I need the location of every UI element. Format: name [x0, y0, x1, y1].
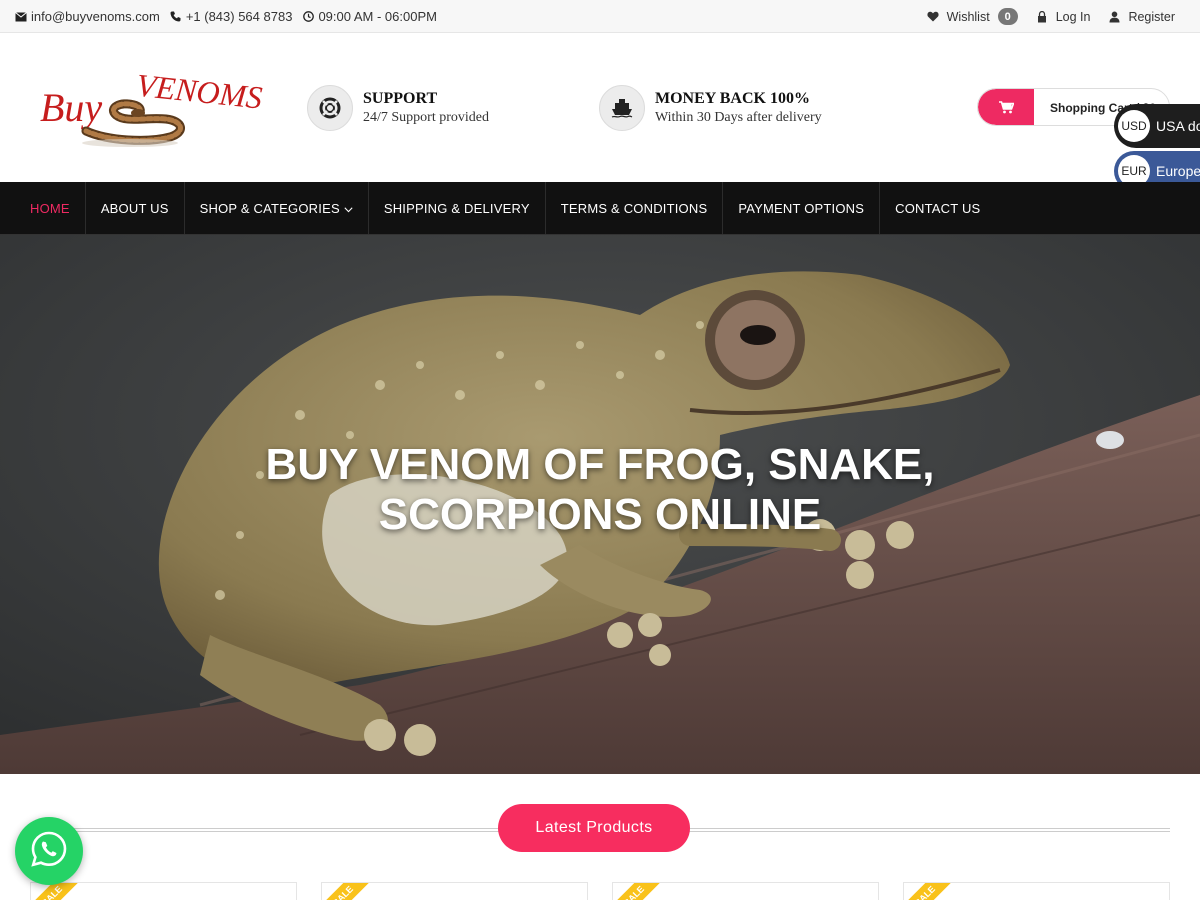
wishlist-count-badge: 0 [997, 8, 1018, 25]
main-navigation: HOME ABOUT US SHOP & CATEGORIES SHIPPING… [0, 182, 1200, 235]
nav-home[interactable]: HOME [15, 182, 86, 234]
support-subtitle: 24/7 Support provided [363, 110, 489, 125]
sale-ribbon: SALE [613, 883, 666, 900]
nav-shipping-delivery[interactable]: SHIPPING & DELIVERY [369, 182, 546, 234]
nav-contact-us[interactable]: CONTACT US [880, 182, 995, 234]
nav-payment-options[interactable]: PAYMENT OPTIONS [723, 182, 881, 234]
nav-terms-conditions[interactable]: TERMS & CONDITIONS [546, 182, 724, 234]
wishlist-link[interactable]: Wishlist 0 [927, 8, 1018, 25]
product-card[interactable]: SALE [903, 882, 1170, 900]
hero-heading: BUY VENOM OF FROG, SNAKE, SCORPIONS ONLI… [200, 440, 1000, 540]
top-bar: info@buyvenoms.com +1 (843) 564 8783 09:… [0, 0, 1200, 33]
ship-icon [599, 85, 645, 131]
currency-label: Europe [1156, 163, 1200, 179]
sale-ribbon: SALE [322, 883, 375, 900]
site-logo[interactable]: Buy VENOMS [38, 67, 293, 151]
email-text: info@buyvenoms.com [31, 9, 160, 24]
contact-info: info@buyvenoms.com +1 (843) 564 8783 09:… [15, 9, 437, 24]
cart-icon [978, 89, 1034, 125]
email-item[interactable]: info@buyvenoms.com [15, 9, 160, 24]
support-feature: SUPPORT 24/7 Support provided [307, 85, 489, 131]
currency-usd[interactable]: USD USA dollar [1114, 104, 1200, 148]
hero-heading-line-1: BUY VENOM OF FROG, SNAKE, [265, 440, 935, 489]
lock-icon [1036, 10, 1048, 23]
register-link[interactable]: Register [1108, 10, 1175, 24]
sale-ribbon: SALE [904, 883, 957, 900]
support-title: SUPPORT [363, 90, 438, 107]
lifebuoy-icon [307, 85, 353, 131]
hero-heading-line-2: SCORPIONS ONLINE [378, 490, 822, 539]
site-header: Buy VENOMS SUPPORT 24/7 Support provided… [0, 33, 1200, 191]
latest-products-title: Latest Products [498, 804, 690, 852]
svg-text:Buy: Buy [40, 85, 102, 130]
product-card[interactable]: SALE [612, 882, 879, 900]
nav-about-us[interactable]: ABOUT US [86, 182, 185, 234]
envelope-icon [15, 11, 27, 23]
product-card[interactable]: SALE [321, 882, 588, 900]
clock-icon [302, 11, 314, 23]
phone-item[interactable]: +1 (843) 564 8783 [170, 9, 293, 24]
login-label: Log In [1055, 9, 1091, 24]
currency-label: USA dollar [1156, 118, 1200, 134]
money-back-title: MONEY BACK 100% [655, 90, 810, 107]
login-link[interactable]: Log In [1036, 9, 1091, 24]
chevron-down-icon [344, 201, 353, 216]
heart-icon [927, 11, 939, 23]
money-back-feature: MONEY BACK 100% Within 30 Days after del… [599, 85, 822, 131]
user-icon [1108, 11, 1120, 23]
hours-item: 09:00 AM - 06:00PM [302, 9, 437, 24]
phone-text: +1 (843) 564 8783 [185, 9, 293, 24]
whatsapp-chat-button[interactable] [15, 817, 83, 885]
sale-ribbon: SALE [31, 883, 84, 900]
money-back-subtitle: Within 30 Days after delivery [655, 110, 822, 125]
whatsapp-icon [29, 829, 69, 874]
account-links: Wishlist 0 Log In Register [927, 8, 1175, 25]
phone-icon [170, 11, 182, 23]
hero-banner: BUY VENOM OF FROG, SNAKE, SCORPIONS ONLI… [0, 235, 1200, 774]
latest-products-section: Latest Products [30, 804, 1170, 852]
wishlist-label: Wishlist [946, 9, 990, 24]
svg-text:VENOMS: VENOMS [135, 71, 264, 116]
register-label: Register [1128, 9, 1175, 24]
hours-text: 09:00 AM - 06:00PM [318, 9, 437, 24]
nav-shop-categories[interactable]: SHOP & CATEGORIES [185, 182, 369, 234]
currency-code: USD [1118, 110, 1150, 142]
product-card[interactable]: SALE [30, 882, 297, 900]
